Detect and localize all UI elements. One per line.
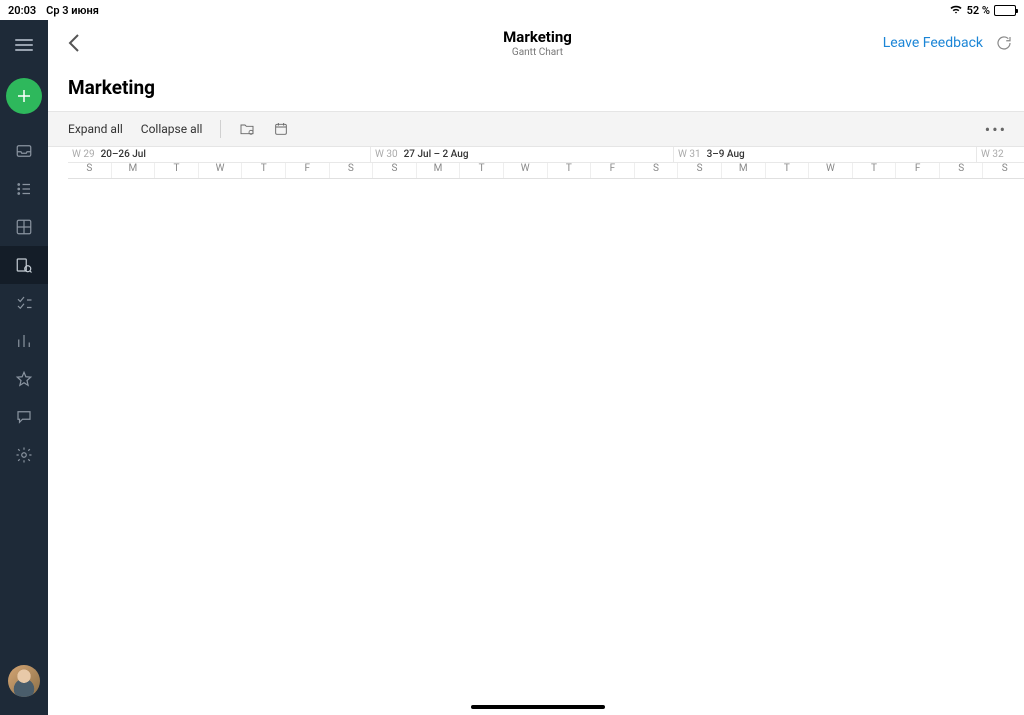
day-header: S	[330, 163, 374, 178]
sidebar-item-starred[interactable]	[0, 360, 48, 398]
battery-icon	[994, 5, 1016, 16]
collapse-all-button[interactable]: Collapse all	[141, 122, 203, 136]
day-header: T	[242, 163, 286, 178]
sidebar-item-tasks[interactable]	[0, 284, 48, 322]
day-header: T	[548, 163, 592, 178]
day-header: M	[722, 163, 766, 178]
status-date: Ср 3 июня	[46, 4, 99, 17]
day-header: T	[766, 163, 810, 178]
page-title: Marketing	[48, 66, 1024, 111]
toolbar: Expand all Collapse all •••	[48, 111, 1024, 147]
day-header: S	[68, 163, 112, 178]
home-indicator	[471, 705, 605, 709]
day-header: S	[373, 163, 417, 178]
day-header: F	[591, 163, 635, 178]
plus-icon	[15, 87, 33, 105]
day-header: F	[896, 163, 940, 178]
more-button[interactable]: •••	[985, 120, 1007, 139]
sidebar-item-inbox[interactable]	[0, 132, 48, 170]
day-header: M	[417, 163, 461, 178]
week-header: W 313–9 Aug	[674, 147, 977, 162]
sidebar	[0, 20, 48, 715]
hamburger-icon	[15, 39, 33, 51]
leave-feedback-link[interactable]: Leave Feedback	[883, 35, 983, 51]
week-header: W 3027 Jul – 2 Aug	[371, 147, 674, 162]
status-time: 20:03	[8, 4, 36, 17]
chevron-left-icon	[67, 33, 81, 53]
day-header: W	[199, 163, 243, 178]
sidebar-item-board[interactable]	[0, 208, 48, 246]
day-header: T	[155, 163, 199, 178]
day-header: S	[678, 163, 722, 178]
timeline-header: W 2920–26 JulW 3027 Jul – 2 AugW 313–9 A…	[68, 147, 1024, 179]
battery-percent: 52 %	[967, 4, 990, 17]
expand-all-button[interactable]: Expand all	[68, 122, 123, 136]
day-header: S	[940, 163, 984, 178]
refresh-icon[interactable]	[995, 34, 1013, 52]
header: Marketing Gantt Chart Leave Feedback	[48, 20, 1024, 66]
week-header: W 32	[977, 147, 1024, 162]
header-title: Marketing	[503, 28, 572, 46]
day-header: M	[112, 163, 156, 178]
day-header: F	[286, 163, 330, 178]
calendar-icon[interactable]	[273, 121, 289, 137]
day-header: T	[853, 163, 897, 178]
sidebar-item-chat[interactable]	[0, 398, 48, 436]
wifi-icon	[949, 4, 963, 17]
sidebar-item-reports[interactable]	[0, 322, 48, 360]
day-header: W	[504, 163, 548, 178]
week-header: W 2920–26 Jul	[68, 147, 371, 162]
sidebar-item-search[interactable]	[0, 246, 48, 284]
sidebar-item-settings[interactable]	[0, 436, 48, 474]
header-subtitle: Gantt Chart	[503, 47, 572, 58]
day-header: W	[809, 163, 853, 178]
day-header: T	[460, 163, 504, 178]
status-bar: 20:03 Ср 3 июня 52 %	[0, 0, 1024, 20]
day-header: S	[983, 163, 1024, 178]
folder-settings-icon[interactable]	[239, 121, 255, 137]
menu-button[interactable]	[0, 26, 48, 64]
sidebar-item-list[interactable]	[0, 170, 48, 208]
add-button[interactable]	[6, 78, 42, 114]
avatar[interactable]	[8, 665, 40, 697]
day-header: S	[635, 163, 679, 178]
back-button[interactable]	[62, 31, 86, 55]
divider	[220, 120, 221, 138]
